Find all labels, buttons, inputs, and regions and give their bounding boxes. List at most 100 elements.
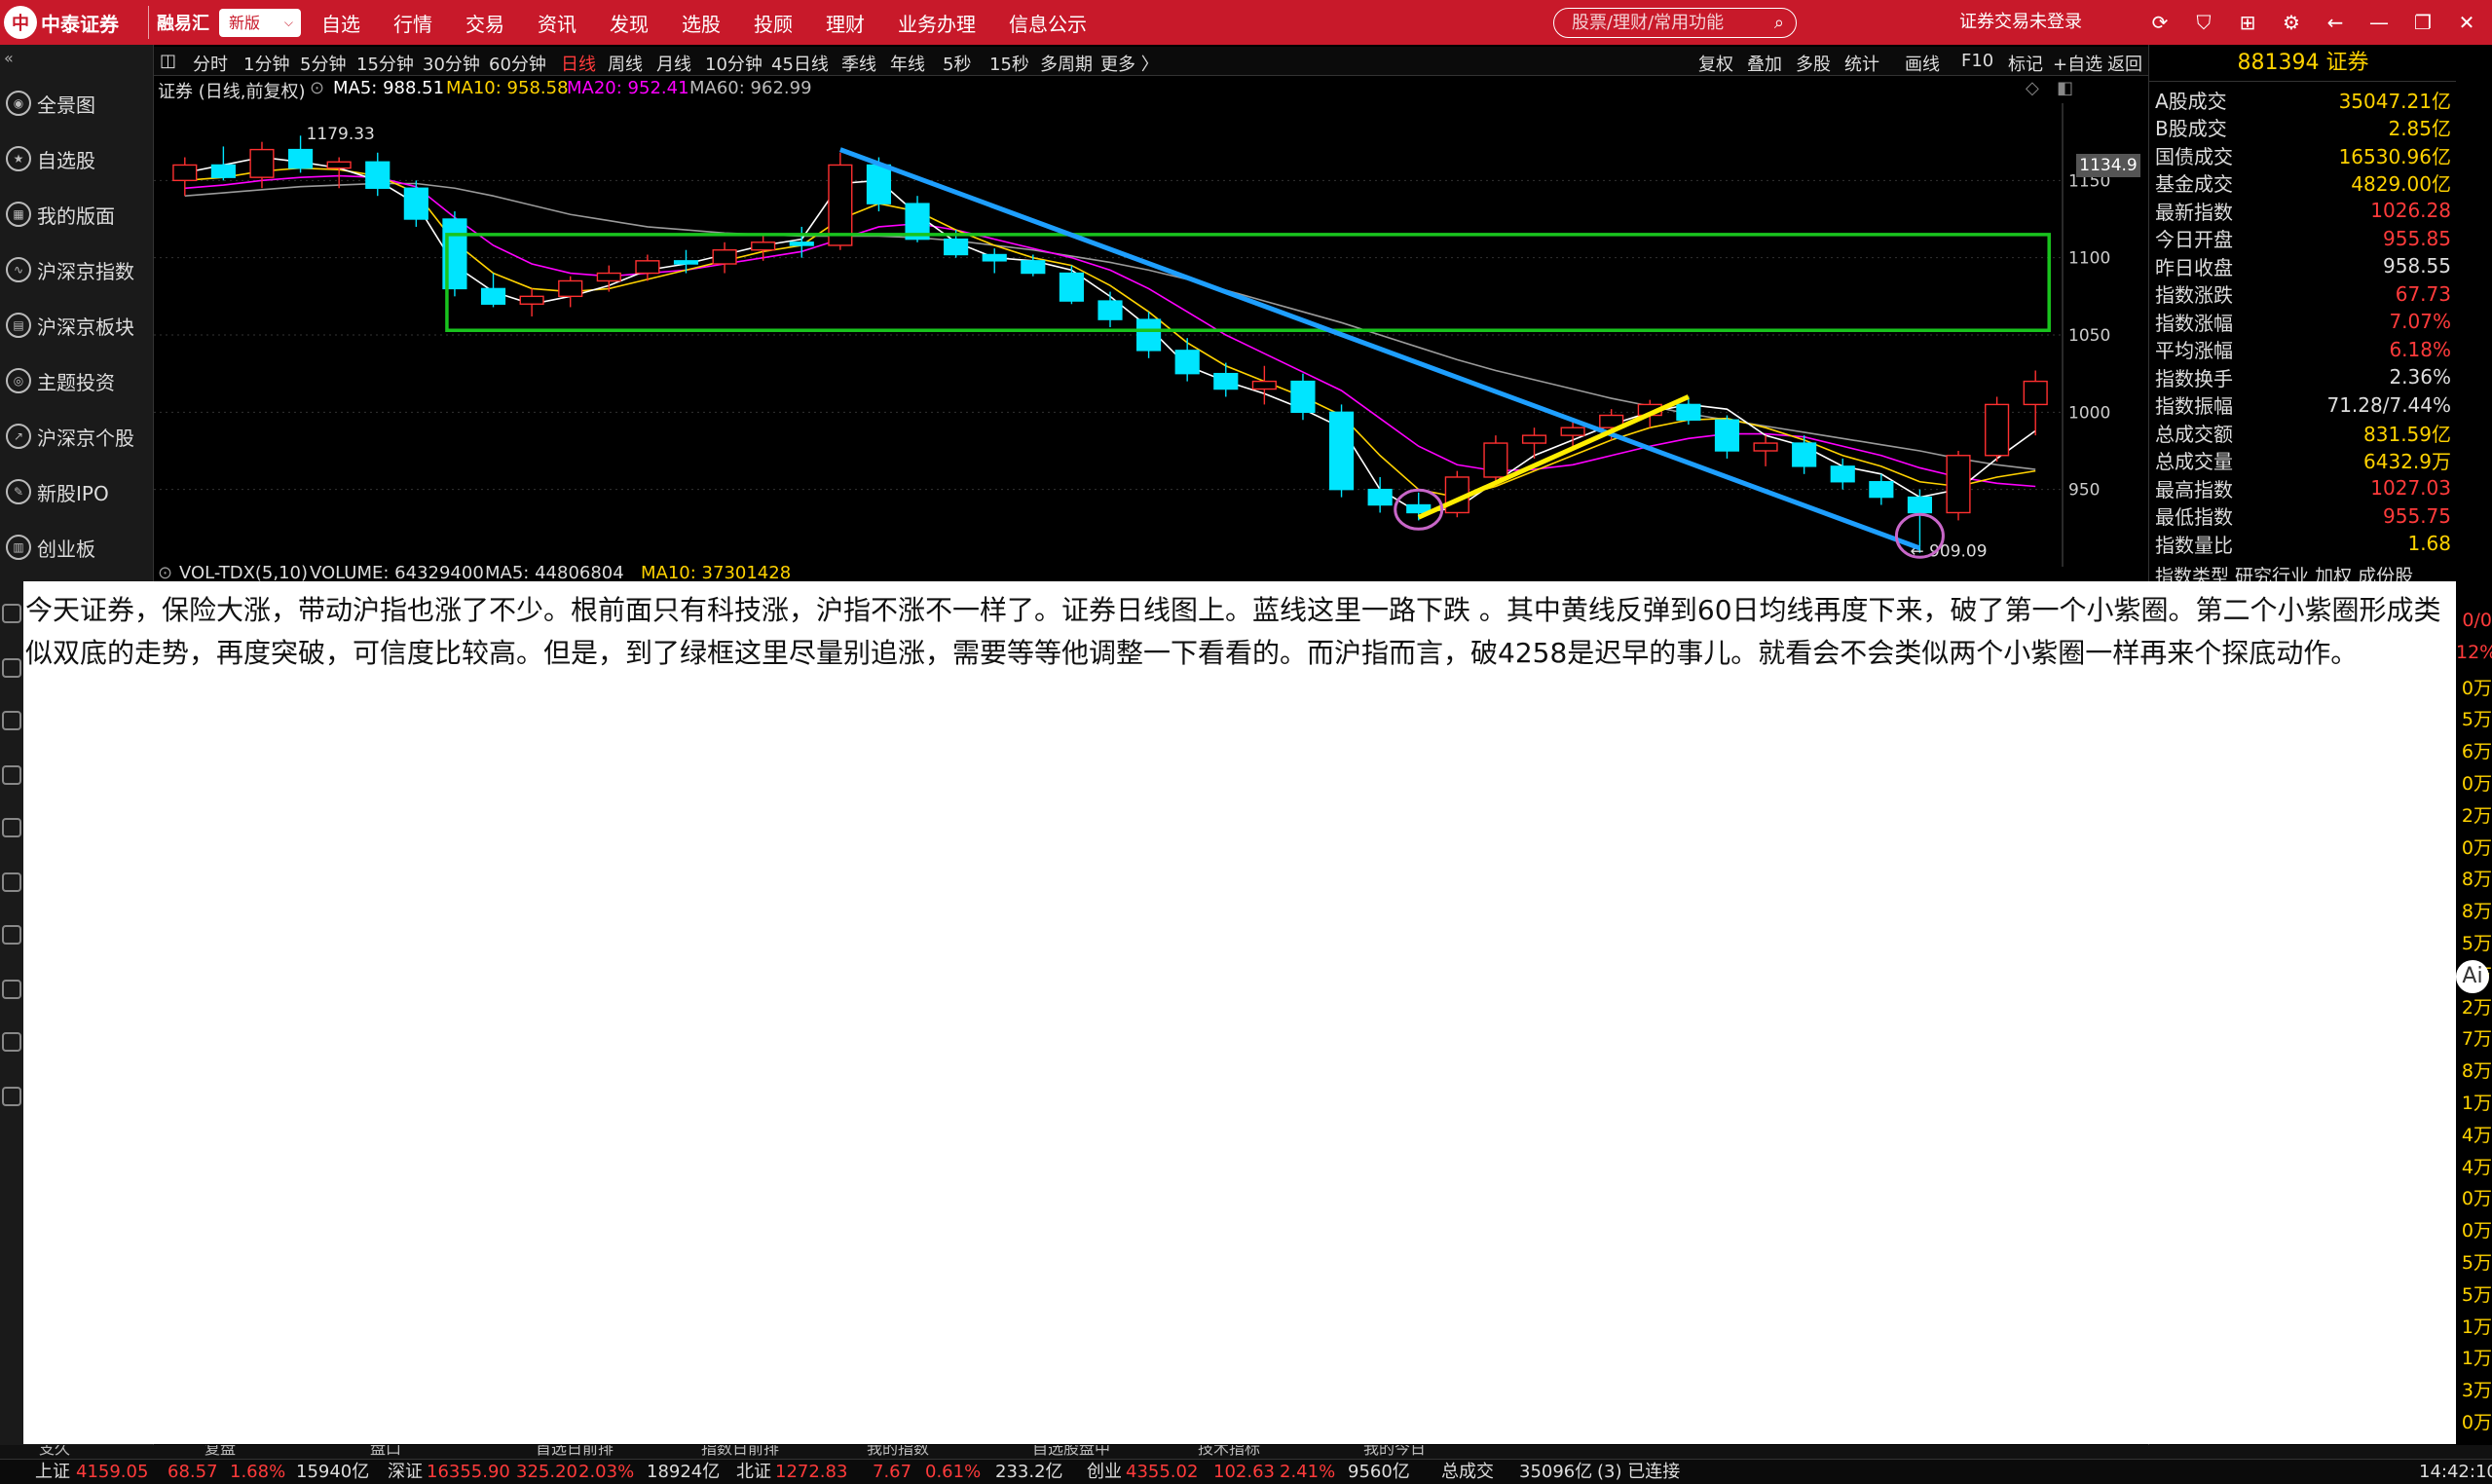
candle-body bbox=[1521, 434, 1547, 444]
tab-daily[interactable]: 日线 bbox=[561, 51, 596, 76]
sidebar-mini-icon[interactable] bbox=[2, 818, 21, 837]
tab-60min[interactable]: 60分钟 bbox=[489, 51, 546, 76]
y-tick-label: 1000 bbox=[2068, 403, 2110, 423]
tool-huaxian[interactable]: 画线 bbox=[1905, 51, 1940, 76]
minimize-icon[interactable]: — bbox=[2362, 0, 2397, 45]
sidebar-item-xingu[interactable]: ✎ 新股IPO bbox=[0, 472, 154, 511]
tool-diejia[interactable]: 叠加 bbox=[1747, 51, 1782, 76]
sidebar-item-gegu[interactable]: ↗ 沪深京个股 bbox=[0, 417, 154, 456]
toggle-icon[interactable]: ⊙ bbox=[310, 78, 324, 98]
tab-10min[interactable]: 10分钟 bbox=[705, 51, 762, 76]
sidebar-item-chuangye[interactable]: ▥ 创业板 bbox=[0, 528, 154, 567]
diamond-icon[interactable]: ◇ bbox=[2026, 78, 2039, 98]
maximize-icon[interactable]: ❐ bbox=[2405, 0, 2440, 45]
info-row: 总成交额 831.59亿 bbox=[2155, 419, 2451, 447]
toggle-icon[interactable]: ⊙ bbox=[158, 563, 172, 583]
sidebar-item-zixuangu[interactable]: ★ 自选股 bbox=[0, 139, 154, 178]
tab-multi-period[interactable]: 多周期 bbox=[1040, 51, 1093, 76]
close-icon[interactable]: ✕ bbox=[2449, 0, 2484, 45]
info-row-value: 16530.96亿 bbox=[2338, 144, 2451, 168]
sidebar-mini-icon[interactable] bbox=[2, 925, 21, 945]
nav-item-zixun[interactable]: 资讯 bbox=[538, 9, 577, 37]
version-select[interactable]: 新版 ⌵ bbox=[219, 9, 301, 37]
nav-item-xinxi[interactable]: 信息公示 bbox=[1009, 9, 1087, 37]
tab-weekly[interactable]: 周线 bbox=[608, 51, 643, 76]
bottom-tab[interactable]: 支久 bbox=[39, 1445, 70, 1457]
kline-chart[interactable]: 1179.33← 909.09 1150110010501000950 bbox=[154, 103, 2148, 567]
sidebar-item-bankuai[interactable]: ▤ 沪深京板块 bbox=[0, 306, 154, 345]
candle-body bbox=[1251, 380, 1277, 390]
connection-status[interactable]: (3) 已连接 bbox=[1597, 1460, 1680, 1484]
tab-1min[interactable]: 1分钟 bbox=[243, 51, 289, 76]
sidebar-mini-icon[interactable] bbox=[2, 658, 21, 678]
sh-label[interactable]: 上证 bbox=[35, 1460, 70, 1484]
layout-toggle-icon[interactable]: ◫ bbox=[160, 51, 176, 71]
sidebar-mini-icon[interactable] bbox=[2, 711, 21, 730]
tab-more[interactable]: 更多 〉 bbox=[1100, 51, 1159, 76]
gear-icon[interactable]: ⚙ bbox=[2274, 0, 2309, 45]
sidebar-item-quanjingtu[interactable]: ◉ 全景图 bbox=[0, 84, 154, 123]
tab-fenshi[interactable]: 分时 bbox=[193, 51, 228, 76]
vol-value: VOLUME: 64329400 bbox=[310, 563, 484, 583]
nav-item-faxian[interactable]: 发现 bbox=[610, 9, 649, 37]
tool-biaoji[interactable]: 标记 bbox=[2008, 51, 2043, 76]
refresh-icon[interactable]: ⟳ bbox=[2142, 0, 2177, 45]
cy-label[interactable]: 创业 bbox=[1087, 1460, 1122, 1484]
bottom-tab[interactable]: 指数日前排 bbox=[701, 1445, 779, 1457]
tool-duogu[interactable]: 多股 bbox=[1796, 51, 1831, 76]
sidebar-mini-icon[interactable] bbox=[2, 604, 21, 623]
nav-item-hangqing[interactable]: 行情 bbox=[393, 9, 432, 37]
sidebar-item-wodebanmian[interactable]: ▦ 我的版面 bbox=[0, 195, 154, 234]
tab-monthly[interactable]: 月线 bbox=[656, 51, 691, 76]
ai-assistant-icon[interactable]: Ai bbox=[2456, 960, 2489, 993]
candle-body bbox=[1753, 442, 1778, 452]
search-icon[interactable]: ⌕ bbox=[1774, 9, 1784, 37]
sidebar-item-zhishu[interactable]: ∿ 沪深京指数 bbox=[0, 250, 154, 289]
tool-fuquan[interactable]: 复权 bbox=[1698, 51, 1733, 76]
sidebar-mini-icon[interactable] bbox=[2, 765, 21, 785]
tool-back[interactable]: 返回 bbox=[2107, 51, 2142, 76]
bottom-tab[interactable]: 复盘 bbox=[205, 1445, 236, 1457]
sidebar-mini-icon[interactable] bbox=[2, 980, 21, 999]
bottom-tab[interactable]: 自选股盘中 bbox=[1032, 1445, 1110, 1457]
collapse-icon[interactable]: « bbox=[4, 49, 14, 67]
sz-label[interactable]: 深证 bbox=[388, 1460, 423, 1484]
tool-f10[interactable]: F10 bbox=[1961, 51, 1993, 71]
bottom-tab[interactable]: 我的指数 bbox=[867, 1445, 929, 1457]
sidebar-mini-icon[interactable] bbox=[2, 872, 21, 892]
bottom-tab[interactable]: 首选日前排 bbox=[536, 1445, 614, 1457]
back-arrow-icon[interactable]: ← bbox=[2318, 0, 2353, 45]
bottom-tab[interactable]: 技术指标 bbox=[1198, 1445, 1260, 1457]
info-row: 指数涨跌 67.73 bbox=[2155, 280, 2451, 309]
sh-pct: 1.68% bbox=[230, 1462, 286, 1482]
tab-15sec[interactable]: 15秒 bbox=[989, 51, 1029, 76]
grid-icon[interactable]: ⊞ bbox=[2230, 0, 2265, 45]
sidebar-mini-icon[interactable] bbox=[2, 1032, 21, 1052]
tab-5sec[interactable]: 5秒 bbox=[943, 51, 971, 76]
sidebar-mini-icon[interactable] bbox=[2, 1087, 21, 1106]
tab-45day[interactable]: 45日线 bbox=[771, 51, 829, 76]
tool-add-watch[interactable]: +自选 bbox=[2053, 51, 2102, 76]
tab-5min[interactable]: 5分钟 bbox=[300, 51, 346, 76]
nav-item-yewu[interactable]: 业务办理 bbox=[898, 9, 976, 37]
theme-icon: ◎ bbox=[6, 368, 31, 393]
tab-15min[interactable]: 15分钟 bbox=[356, 51, 414, 76]
shirt-icon[interactable]: ⛉ bbox=[2186, 0, 2221, 45]
login-status[interactable]: 证券交易未登录 bbox=[1959, 0, 2082, 45]
search-input[interactable]: 股票/理财/常用功能 ⌕ bbox=[1553, 8, 1797, 38]
edge-strip-value: 5万 bbox=[2461, 933, 2492, 954]
tool-tongji[interactable]: 统计 bbox=[1844, 51, 1879, 76]
panel-icon[interactable]: ◧ bbox=[2057, 78, 2073, 98]
bottom-tab[interactable]: 盘口 bbox=[370, 1445, 401, 1457]
nav-item-xuangu[interactable]: 选股 bbox=[682, 9, 721, 37]
nav-item-tougu[interactable]: 投顾 bbox=[754, 9, 793, 37]
tab-quarterly[interactable]: 季线 bbox=[841, 51, 876, 76]
sidebar-item-zhuti[interactable]: ◎ 主题投资 bbox=[0, 361, 154, 400]
nav-item-licai[interactable]: 理财 bbox=[826, 9, 865, 37]
nav-item-jiaoyi[interactable]: 交易 bbox=[465, 9, 504, 37]
bottom-tab[interactable]: 我的今日 bbox=[1363, 1445, 1426, 1457]
bz-label[interactable]: 北证 bbox=[736, 1460, 771, 1484]
tab-yearly[interactable]: 年线 bbox=[890, 51, 925, 76]
nav-item-zixuan[interactable]: 自选 bbox=[321, 9, 360, 37]
tab-30min[interactable]: 30分钟 bbox=[423, 51, 480, 76]
